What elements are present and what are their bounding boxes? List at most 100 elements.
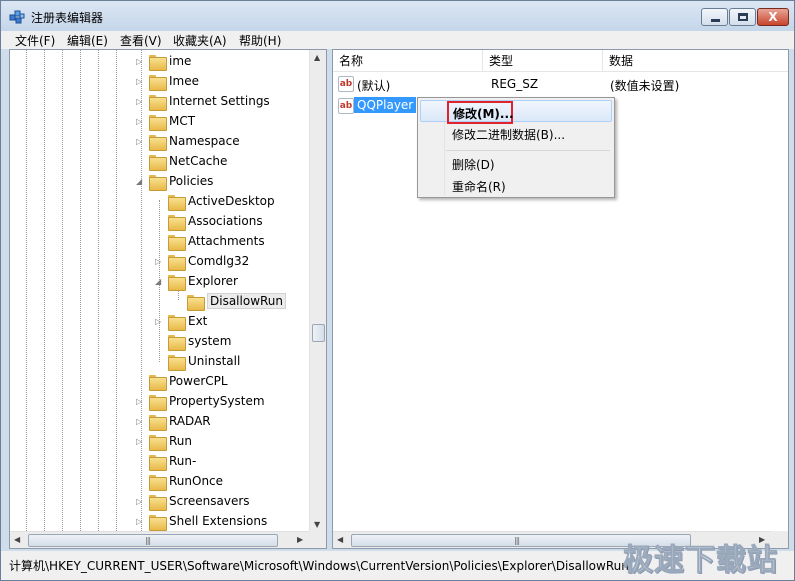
tree-node-label[interactable]: MCT bbox=[169, 114, 195, 128]
tree-node-label[interactable]: DisallowRun bbox=[207, 293, 287, 309]
registry-tree[interactable]: ▷ ime ▷ Imee ▷ Internet Settings ▷ MCT ▷ Namespac… bbox=[9, 49, 327, 549]
collapse-icon[interactable]: ◢ bbox=[136, 177, 145, 186]
tree-node[interactable]: ▷ Namespace bbox=[10, 132, 310, 152]
expand-icon[interactable]: ▷ bbox=[136, 97, 145, 106]
tree-node[interactable]: ▷ Ext bbox=[10, 312, 310, 332]
expand-icon[interactable] bbox=[136, 477, 145, 486]
string-value-icon: ab bbox=[338, 76, 354, 92]
tree-horizontal-scrollbar[interactable]: ◀ ||| ▶ bbox=[10, 531, 309, 548]
tree-node[interactable]: ▷ Imee bbox=[10, 72, 310, 92]
expand-icon[interactable] bbox=[136, 457, 145, 466]
expand-icon[interactable]: ▷ bbox=[155, 257, 164, 266]
tree-node[interactable]: DisallowRun bbox=[10, 292, 310, 312]
menu-item-modify[interactable]: 修改(M)... bbox=[420, 100, 612, 124]
expand-icon[interactable] bbox=[155, 197, 164, 206]
tree-node-label[interactable]: PowerCPL bbox=[169, 374, 228, 388]
scrollbar-thumb[interactable] bbox=[312, 324, 325, 342]
tree-node-label[interactable]: Associations bbox=[188, 214, 263, 228]
tree-node-label[interactable]: Imee bbox=[169, 74, 199, 88]
tree-node[interactable]: ▷ RADAR bbox=[10, 412, 310, 432]
tree-node-label[interactable]: PropertySystem bbox=[169, 394, 265, 408]
minimize-button[interactable] bbox=[701, 8, 728, 26]
expand-icon[interactable]: ▷ bbox=[155, 317, 164, 326]
tree-node-label[interactable]: ActiveDesktop bbox=[188, 194, 275, 208]
tree-node-label[interactable]: Internet Settings bbox=[169, 94, 270, 108]
tree-node[interactable]: ▷ Shell Extensions bbox=[10, 512, 310, 532]
scroll-right-icon[interactable]: ▶ bbox=[297, 535, 303, 544]
menu-file[interactable]: 文件(F) bbox=[15, 32, 55, 49]
scroll-down-icon[interactable]: ▼ bbox=[314, 520, 320, 529]
tree-node-label[interactable]: RADAR bbox=[169, 414, 211, 428]
expand-icon[interactable] bbox=[155, 217, 164, 226]
tree-vertical-scrollbar[interactable]: ▲ ▼ bbox=[309, 50, 326, 533]
tree-node-label[interactable]: system bbox=[188, 334, 231, 348]
tree-node-label[interactable]: Screensavers bbox=[169, 494, 250, 508]
tree-node[interactable]: ◢ Policies bbox=[10, 172, 310, 192]
tree-node[interactable]: ▷ MCT bbox=[10, 112, 310, 132]
column-data-header[interactable]: 数据 bbox=[603, 50, 788, 72]
tree-node[interactable]: NetCache bbox=[10, 152, 310, 172]
title-bar[interactable]: 注册表编辑器 X bbox=[1, 1, 794, 31]
tree-node-label[interactable]: Attachments bbox=[188, 234, 265, 248]
expand-icon[interactable]: ▷ bbox=[136, 517, 145, 526]
tree-node[interactable]: Attachments bbox=[10, 232, 310, 252]
menu-edit[interactable]: 编辑(E) bbox=[67, 32, 108, 49]
column-name-header[interactable]: 名称 bbox=[333, 50, 483, 72]
expand-icon[interactable] bbox=[155, 237, 164, 246]
tree-node-label[interactable]: Comdlg32 bbox=[188, 254, 249, 268]
tree-node[interactable]: ActiveDesktop bbox=[10, 192, 310, 212]
tree-node[interactable]: ▷ Screensavers bbox=[10, 492, 310, 512]
expand-icon[interactable]: ▷ bbox=[136, 137, 145, 146]
expand-icon[interactable]: ▷ bbox=[136, 497, 145, 506]
maximize-button[interactable] bbox=[729, 8, 756, 26]
expand-icon[interactable] bbox=[155, 337, 164, 346]
tree-node-label[interactable]: RunOnce bbox=[169, 474, 223, 488]
tree-node-label[interactable]: Run bbox=[169, 434, 192, 448]
tree-node[interactable]: ▷ Run bbox=[10, 432, 310, 452]
menu-view[interactable]: 查看(V) bbox=[120, 32, 162, 49]
expand-icon[interactable] bbox=[155, 357, 164, 366]
tree-node[interactable]: Uninstall bbox=[10, 352, 310, 372]
tree-node-label[interactable]: Explorer bbox=[188, 274, 238, 288]
tree-node[interactable]: ▷ Comdlg32 bbox=[10, 252, 310, 272]
tree-node[interactable]: PowerCPL bbox=[10, 372, 310, 392]
tree-node-label[interactable]: Policies bbox=[169, 174, 213, 188]
menu-item-modify-binary[interactable]: 修改二进制数据(B)... bbox=[420, 122, 612, 144]
tree-node-label[interactable]: Namespace bbox=[169, 134, 240, 148]
close-button[interactable]: X bbox=[757, 8, 789, 26]
tree-node[interactable]: ▷ Internet Settings bbox=[10, 92, 310, 112]
menu-item-rename[interactable]: 重命名(R) bbox=[420, 174, 612, 196]
tree-node-label[interactable]: ime bbox=[169, 54, 191, 68]
tree-node-label[interactable]: NetCache bbox=[169, 154, 227, 168]
menu-help[interactable]: 帮助(H) bbox=[239, 32, 281, 49]
tree-node[interactable]: RunOnce bbox=[10, 472, 310, 492]
expand-icon[interactable]: ▷ bbox=[136, 117, 145, 126]
scrollbar-thumb[interactable]: ||| bbox=[28, 534, 278, 547]
tree-node-label[interactable]: Run- bbox=[169, 454, 196, 468]
scroll-left-icon[interactable]: ◀ bbox=[337, 535, 343, 544]
expand-icon[interactable]: ▷ bbox=[136, 77, 145, 86]
tree-node[interactable]: Run- bbox=[10, 452, 310, 472]
expand-icon[interactable]: ▷ bbox=[136, 57, 145, 66]
tree-node[interactable]: system bbox=[10, 332, 310, 352]
collapse-icon[interactable]: ◢ bbox=[155, 277, 164, 286]
scroll-left-icon[interactable]: ◀ bbox=[14, 535, 20, 544]
menu-favorites[interactable]: 收藏夹(A) bbox=[173, 32, 227, 49]
expand-icon[interactable]: ▷ bbox=[136, 437, 145, 446]
tree-node[interactable]: ◢ Explorer bbox=[10, 272, 310, 292]
scroll-up-icon[interactable]: ▲ bbox=[314, 53, 320, 62]
tree-node-label[interactable]: Uninstall bbox=[188, 354, 240, 368]
expand-icon[interactable] bbox=[174, 297, 183, 306]
tree-node[interactable]: ▷ ime bbox=[10, 52, 310, 72]
tree-node[interactable]: Associations bbox=[10, 212, 310, 232]
expand-icon[interactable]: ▷ bbox=[136, 397, 145, 406]
menu-item-delete[interactable]: 删除(D) bbox=[420, 152, 612, 174]
expand-icon[interactable] bbox=[136, 377, 145, 386]
column-type-header[interactable]: 类型 bbox=[483, 50, 603, 72]
tree-node-label[interactable]: Shell Extensions bbox=[169, 514, 267, 528]
tree-node[interactable]: ▷ PropertySystem bbox=[10, 392, 310, 412]
tree-node-label[interactable]: Ext bbox=[188, 314, 207, 328]
expand-icon[interactable] bbox=[136, 157, 145, 166]
table-row[interactable]: ab (默认) REG_SZ (数值未设置) bbox=[333, 74, 788, 94]
expand-icon[interactable]: ▷ bbox=[136, 417, 145, 426]
